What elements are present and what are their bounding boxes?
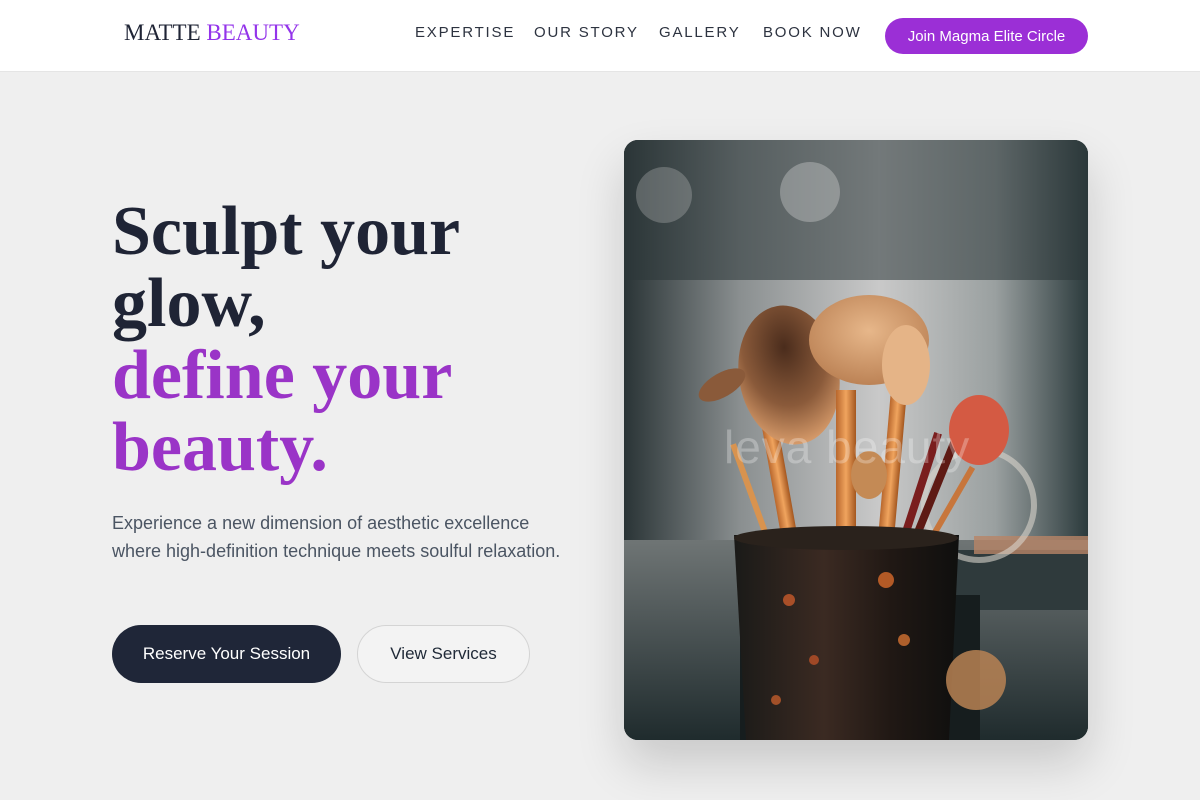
brand-name-part2: BEAUTY <box>206 20 300 45</box>
hero-subtitle: Experience a new dimension of aesthetic … <box>112 513 561 561</box>
hero-title-line-3: define your <box>112 337 453 414</box>
hero-title: Sculpt your glow, define your beauty. <box>112 196 592 484</box>
hero-image-makeup-brushes: leva beauty <box>624 140 1088 740</box>
nav-link-gallery[interactable]: GALLERY <box>659 24 741 41</box>
hero-title-line-2: glow, <box>112 265 266 342</box>
image-watermark: leva beauty <box>724 421 971 473</box>
nav-link-expertise[interactable]: EXPERTISE <box>415 24 515 41</box>
view-services-button[interactable]: View Services <box>357 625 530 683</box>
brand-logo[interactable]: MATTE BEAUTY <box>124 20 300 46</box>
nav-link-book-now[interactable]: BOOK NOW <box>763 24 862 41</box>
brand-name-part1: MATTE <box>124 20 201 45</box>
hero-title-line-1: Sculpt your <box>112 193 461 270</box>
reserve-session-button[interactable]: Reserve Your Session <box>112 625 341 683</box>
top-navigation-bar: MATTE BEAUTY EXPERTISE OUR STORY GALLERY… <box>0 0 1200 72</box>
nav-link-our-story[interactable]: OUR STORY <box>534 24 639 41</box>
join-elite-circle-button[interactable]: Join Magma Elite Circle <box>885 18 1088 54</box>
hero-title-line-4: beauty. <box>112 409 328 486</box>
